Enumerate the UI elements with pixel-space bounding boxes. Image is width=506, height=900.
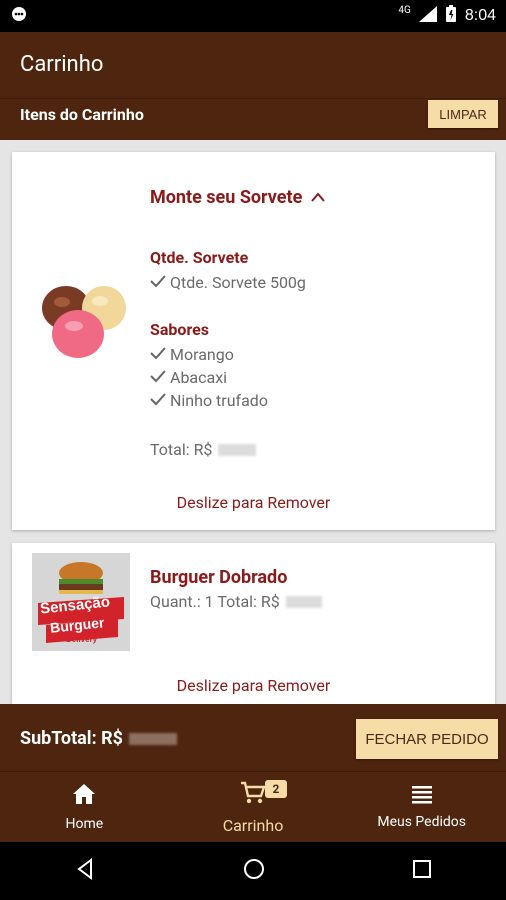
- burger-image: Sensação Burguer Delivery: [32, 553, 130, 651]
- bottom-navigation: Home 2 Carrinho Meus Pedidos: [0, 772, 506, 842]
- tab-label: Carrinho: [222, 815, 284, 835]
- tab-label: Home: [65, 816, 104, 832]
- option-value: Qtde. Sorvete 500g: [170, 273, 306, 292]
- clear-cart-button[interactable]: LIMPAR: [428, 100, 498, 128]
- cart-item-card[interactable]: Sensação Burguer Delivery Burguer Dobrad…: [12, 543, 495, 708]
- option-line: Ninho trufado: [150, 391, 268, 410]
- ice-cream-image: [34, 268, 134, 368]
- home-icon: [71, 782, 97, 810]
- option-section-title: Qtde. Sorvete: [150, 248, 249, 267]
- subtotal-bar: SubTotal: R$ FECHAR PEDIDO: [0, 704, 506, 772]
- option-section-title: Sabores: [150, 320, 210, 339]
- home-circle-icon[interactable]: [242, 857, 266, 885]
- tab-home[interactable]: Home: [0, 772, 169, 842]
- option-value: Ninho trufado: [170, 391, 268, 410]
- check-icon: [150, 345, 166, 364]
- status-bar: 4G 8:04: [0, 0, 506, 32]
- swipe-to-remove-hint: Deslize para Remover: [176, 676, 331, 695]
- cart-header: Itens do Carrinho LIMPAR: [0, 98, 506, 140]
- cart-item-card[interactable]: Monte seu Sorvete Qtde. Sorvete Qtde. So…: [12, 152, 495, 530]
- redacted-price: [218, 443, 257, 456]
- cart-items-heading: Itens do Carrinho: [20, 105, 144, 124]
- burger-image-text-3: Delivery: [66, 635, 98, 644]
- check-icon: [150, 391, 166, 410]
- option-value: Abacaxi: [170, 368, 228, 387]
- status-time: 8:04: [464, 7, 496, 24]
- item-total-label: Total: R$: [150, 440, 213, 459]
- option-value: Morango: [170, 345, 234, 364]
- option-line: Abacaxi: [150, 368, 268, 387]
- tab-label: Meus Pedidos: [377, 814, 466, 830]
- product-title: Burguer Dobrado: [150, 567, 288, 588]
- tab-my-orders[interactable]: Meus Pedidos: [337, 772, 506, 842]
- recents-icon[interactable]: [411, 858, 433, 884]
- battery-icon: [445, 5, 457, 27]
- product-title: Monte seu Sorvete: [150, 187, 303, 208]
- app-bar: Carrinho Itens do Carrinho LIMPAR: [0, 32, 506, 140]
- redacted-price: [285, 595, 322, 608]
- cart-count-badge: 2: [265, 780, 287, 798]
- list-icon: [410, 784, 434, 808]
- option-line: Morango: [150, 345, 268, 364]
- subtotal-row: SubTotal: R$: [20, 728, 177, 749]
- checkout-button[interactable]: FECHAR PEDIDO: [356, 719, 498, 759]
- page-title: Carrinho: [20, 52, 104, 77]
- item-quantity-total: Quant.: 1 Total: R$: [150, 592, 280, 611]
- back-icon[interactable]: [73, 857, 97, 885]
- subtotal-label: SubTotal: R$: [20, 728, 123, 749]
- cart-icon: [239, 780, 267, 810]
- check-icon: [150, 368, 166, 387]
- signal-icon: [418, 6, 437, 26]
- redacted-subtotal: [128, 732, 177, 745]
- chevron-up-icon[interactable]: [310, 188, 326, 207]
- system-navigation-bar: [0, 842, 506, 900]
- check-icon: [150, 273, 166, 292]
- swipe-to-remove-hint: Deslize para Remover: [176, 493, 331, 512]
- option-line: Qtde. Sorvete 500g: [150, 273, 306, 292]
- chat-notification-icon: [10, 5, 28, 27]
- tab-cart[interactable]: 2 Carrinho: [169, 772, 338, 842]
- network-label: 4G: [398, 4, 411, 16]
